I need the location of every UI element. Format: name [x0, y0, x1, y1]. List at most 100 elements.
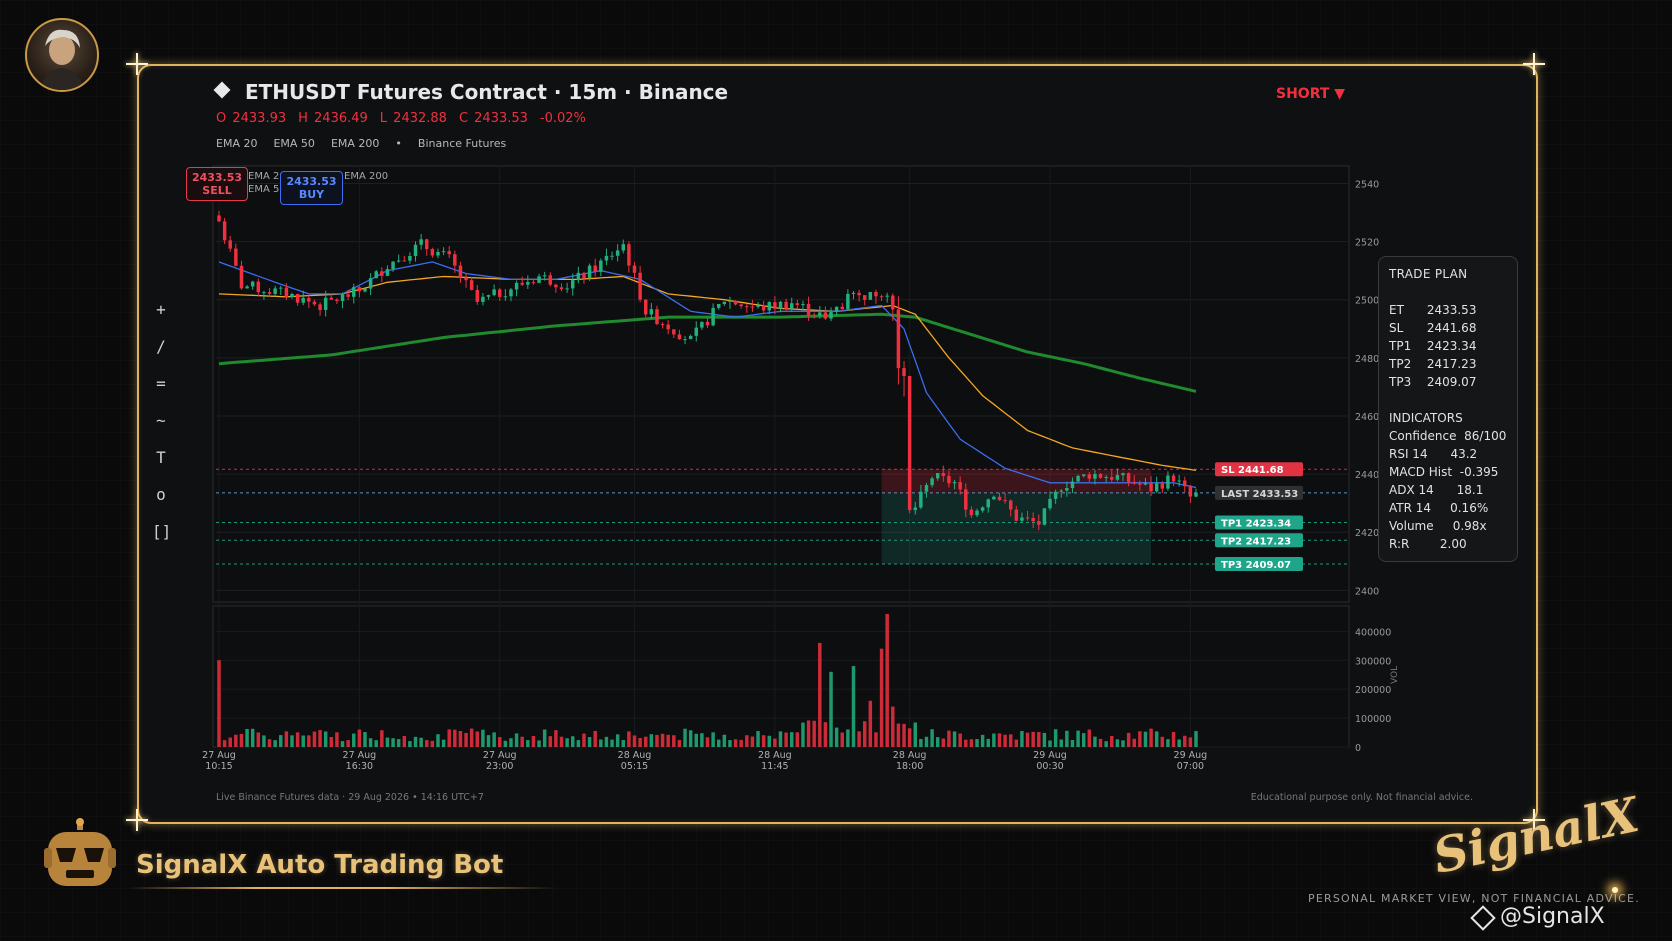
volume-bar	[318, 730, 322, 747]
y-tick-label: 2520	[1355, 238, 1379, 249]
candle-body	[368, 278, 373, 289]
tp3-tag: TP3 2409.07	[1221, 560, 1291, 571]
plan-key: SL	[1389, 321, 1404, 335]
indicator-row: Confidence 86/100	[1389, 429, 1517, 447]
indicator-row: ADX 14 18.1	[1389, 483, 1517, 501]
x-tick-time: 11:45	[761, 761, 788, 772]
candle-body	[1126, 473, 1131, 482]
x-tick-date: 28 Aug	[758, 750, 792, 761]
volume-bar	[492, 732, 496, 747]
candle-body	[638, 272, 642, 300]
candle-body	[503, 296, 508, 298]
candle-body	[919, 491, 923, 508]
candle-body	[1042, 508, 1047, 525]
volume-bar	[885, 614, 889, 747]
volume-bar	[980, 734, 985, 747]
volume-bar	[627, 731, 631, 747]
candle-body	[323, 297, 328, 310]
candle-body	[1087, 474, 1092, 479]
candle-body	[385, 269, 390, 276]
disclaimer-footer: Educational purpose only. Not financial …	[1250, 792, 1473, 803]
candle-body	[660, 324, 665, 326]
candle-body	[222, 221, 227, 241]
candle-body	[700, 321, 704, 328]
sell-button[interactable]: 2433.53 SELL	[186, 167, 248, 201]
candle-body	[1177, 480, 1181, 482]
buy-button[interactable]: 2433.53 BUY	[280, 171, 343, 205]
indicator-value: 18.1	[1456, 483, 1484, 497]
candle-body	[380, 271, 384, 276]
stop-loss-zone	[881, 469, 1152, 493]
candle-body	[1025, 517, 1030, 519]
volume-bar	[941, 738, 946, 747]
volume-bar	[380, 730, 384, 747]
volume-bar	[1003, 734, 1007, 747]
indicator-key: Volume	[1389, 519, 1434, 533]
candle-body	[267, 292, 272, 294]
volume-bar	[312, 731, 317, 747]
candle-body	[1149, 483, 1153, 492]
volume-bar	[874, 732, 878, 747]
bot-title-underline	[128, 887, 558, 889]
volume-bar	[1081, 733, 1086, 747]
volume-bar	[1070, 739, 1075, 747]
volume-bar	[733, 739, 738, 747]
author-handle[interactable]: @SignalX	[1500, 904, 1605, 929]
candle-body	[868, 292, 873, 300]
volume-bar	[509, 738, 513, 747]
candle-body	[1183, 480, 1187, 487]
plan-value: 2441.68	[1426, 321, 1477, 335]
volume-bar	[374, 740, 378, 747]
candle-body	[1188, 486, 1193, 497]
candle-body	[1194, 492, 1198, 497]
volume-bar	[1076, 730, 1080, 747]
tp2-tag: TP2 2417.23	[1221, 536, 1291, 547]
volume-bar	[1166, 739, 1170, 747]
candle-body	[520, 282, 524, 285]
volume-bar	[1042, 732, 1047, 747]
volume-bar	[548, 736, 553, 747]
volume-bar	[784, 732, 788, 747]
volume-bar	[862, 721, 867, 747]
candle-body	[1154, 483, 1159, 492]
volume-bar	[295, 732, 300, 747]
volume-bar	[902, 723, 906, 747]
volume-bar	[1177, 739, 1181, 747]
candle-body	[1065, 488, 1069, 491]
candle-body	[464, 277, 468, 281]
candle-body	[896, 309, 901, 369]
x-tick-time: 23:00	[486, 761, 513, 772]
x-tick-time: 07:00	[1177, 761, 1204, 772]
volume-bar	[986, 738, 990, 747]
candle-body	[559, 287, 564, 290]
volume-axis-label: VOL	[1390, 666, 1400, 684]
volume-bar	[273, 740, 277, 747]
volume-bar	[705, 737, 710, 747]
candle-body	[879, 296, 884, 298]
candle-body	[531, 282, 536, 284]
candle-body	[1171, 475, 1176, 482]
x-tick-time: 05:15	[621, 761, 648, 772]
candle-body	[593, 265, 597, 272]
candle-body	[346, 294, 350, 297]
candle-body	[481, 296, 485, 302]
candle-body	[301, 297, 305, 303]
candle-body	[756, 305, 760, 307]
indicator-key: R:R	[1389, 537, 1410, 551]
candle-body	[357, 287, 362, 292]
indicator-row: MACD Hist -0.395	[1389, 465, 1517, 483]
trade-plan-title: TRADE PLAN	[1389, 267, 1468, 281]
volume-bar	[919, 738, 923, 747]
sl-tag: SL 2441.68	[1221, 465, 1284, 476]
indicator-value: 86/100	[1464, 429, 1507, 443]
volume-bar	[660, 733, 665, 747]
volume-bar	[537, 740, 541, 747]
volume-bar	[559, 736, 564, 747]
candle-body	[761, 305, 766, 311]
candle-body	[615, 250, 620, 256]
volume-bar	[851, 666, 856, 747]
sell-label: SELL	[202, 184, 232, 197]
candle-body	[1115, 475, 1120, 480]
candle-body	[885, 295, 889, 297]
volume-bar	[1160, 736, 1165, 747]
